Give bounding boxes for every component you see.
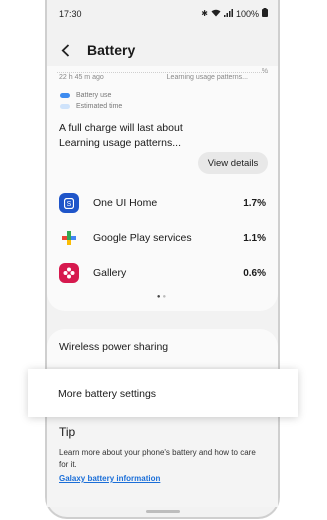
app-name: Google Play services (93, 232, 192, 244)
graph-percent-label: % (261, 68, 268, 75)
charge-estimate: A full charge will last about Learning u… (59, 121, 183, 151)
one-ui-home-icon: S (59, 193, 79, 213)
wireless-power-sharing-label: Wireless power sharing (59, 341, 169, 353)
page-indicator: ●● (47, 294, 278, 300)
app-percent: 1.7% (243, 197, 266, 209)
settings-gear-icon: ✱ (201, 9, 208, 18)
status-icons: ✱ 100% (201, 8, 268, 19)
tip-title: Tip (59, 425, 76, 439)
charge-line-1: A full charge will last about (59, 122, 183, 134)
battery-percent: 100% (235, 8, 259, 19)
status-time: 17:30 (59, 9, 82, 19)
view-details-button[interactable]: View details (198, 152, 268, 174)
page-dot: ● (162, 294, 169, 300)
tip-body: Learn more about your phone's battery an… (59, 448, 256, 469)
more-battery-settings-row[interactable]: More battery settings (28, 369, 298, 417)
galaxy-battery-information-link[interactable]: Galaxy battery information (59, 474, 160, 483)
app-row-gallery[interactable]: Gallery 0.6% (59, 261, 266, 285)
more-battery-settings-label: More battery settings (58, 388, 157, 400)
app-row-google-play-services[interactable]: Google Play services 1.1% (59, 226, 266, 250)
legend-label: Battery use (76, 92, 112, 99)
header: Battery (47, 32, 278, 68)
chevron-left-icon (61, 43, 69, 57)
legend-swatch-estimated-time (60, 104, 70, 109)
app-name: Gallery (93, 267, 127, 279)
graph-left-label: 22 h 45 m ago (59, 74, 104, 81)
tip-card: Tip Learn more about your phone's batter… (47, 417, 278, 507)
legend-item: Estimated time (60, 101, 122, 112)
graph-right-label: Learning usage patterns... (166, 74, 248, 81)
charge-line-2: Learning usage patterns... (59, 137, 182, 149)
back-button[interactable] (57, 42, 73, 58)
graph-legend: Battery use Estimated time (60, 90, 122, 112)
wifi-icon (211, 9, 221, 19)
wireless-power-sharing-row[interactable]: Wireless power sharing (47, 329, 278, 367)
legend-item: Battery use (60, 90, 122, 101)
app-percent: 0.6% (243, 267, 266, 279)
app-name: One UI Home (93, 197, 158, 209)
legend-swatch-battery-use (60, 93, 70, 98)
gallery-icon (59, 263, 79, 283)
signal-icon (223, 8, 233, 19)
app-percent: 1.1% (243, 232, 266, 244)
legend-label: Estimated time (76, 103, 123, 110)
graph-axis: 22 h 45 m ago Learning usage patterns...… (59, 68, 270, 82)
google-play-services-icon (59, 228, 79, 248)
battery-usage-card: 22 h 45 m ago Learning usage patterns...… (47, 66, 278, 311)
status-bar: 17:30 ✱ 100% (47, 0, 278, 26)
home-indicator (145, 510, 180, 513)
svg-text:S: S (67, 201, 72, 208)
page-title: Battery (87, 42, 136, 58)
app-row-one-ui-home[interactable]: S One UI Home 1.7% (59, 191, 266, 215)
battery-icon (262, 8, 268, 19)
